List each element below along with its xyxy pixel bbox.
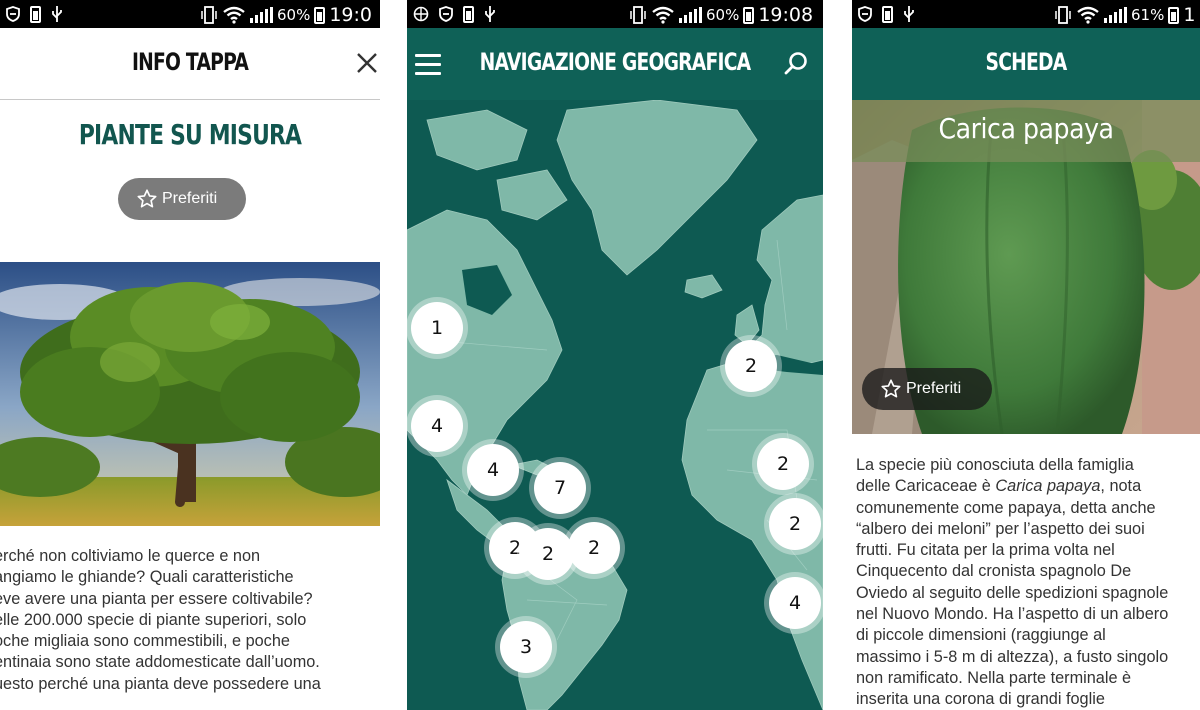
shield-icon [6,6,20,22]
status-bar: 60% 19:0 [0,0,380,28]
scheda-screen: 61% 1 SCHEDA Carica papaya Preferiti La … [852,0,1200,710]
status-icons-right: 60% 19:0 [200,4,372,26]
map-cluster-marker[interactable]: 2 [568,522,620,574]
info-tappa-screen: 60% 19:0 INFO TAPPA PIANTE SU MISURA Pre… [0,0,380,710]
body-line: non ramificato. Nella parte terminale è [856,668,1132,687]
page-title: INFO TAPPA [131,48,249,76]
favorites-button[interactable]: Preferiti [118,178,246,220]
battery-small-icon [882,5,893,23]
body-line: inserita una corona di grandi foglie [856,690,1105,709]
map-cluster-marker[interactable]: 7 [534,462,586,514]
body-line: elle 200.000 specie di piante superiori,… [0,610,307,629]
favorites-label: Preferiti [906,380,962,397]
body-line: erché non coltiviamo le querce e non [0,547,261,565]
app-bar: NAVIGAZIONE GEOGRAFICA [407,28,823,100]
plant-name: Carica papaya [938,112,1114,145]
map-cluster-marker[interactable]: 2 [769,498,821,550]
app-bar: SCHEDA [852,28,1200,100]
body-line: uesto perché una pianta deve possedere u… [0,674,321,693]
body-line: nel Nuovo Mondo. Ha l’aspetto di un albe… [856,605,1169,624]
signal-icon [1104,7,1127,23]
body-line: La specie più conosciuta della famiglia [856,456,1134,474]
globe-icon [413,6,429,22]
shield-icon [439,6,453,22]
search-icon[interactable] [783,50,809,76]
page-title: NAVIGAZIONE GEOGRAFICA [479,48,752,76]
oak-tree-illustration [0,262,380,526]
map-illustration [407,100,823,710]
map-cluster-marker[interactable]: 2 [757,438,809,490]
status-bar: 61% 1 [852,0,1200,28]
text-run: delle Caricaceae è [856,477,996,496]
clock: 19:0 [329,4,373,26]
map-cluster-marker[interactable]: 2 [725,340,777,392]
status-icons-left [6,5,63,23]
signal-icon [679,7,702,23]
usb-icon [52,6,62,22]
map-cluster-marker[interactable]: 4 [769,577,821,629]
shield-icon [858,6,872,22]
body-line: delle Caricaceae è Carica papaya, nota [856,476,1200,497]
description-text: La specie più conosciuta della famiglia … [856,455,1200,710]
wifi-icon [1077,6,1099,24]
battery-icon [314,6,326,24]
star-icon [881,379,901,398]
menu-icon[interactable] [415,54,441,76]
vibrate-icon [1055,6,1071,24]
status-icons-left [413,5,496,23]
body-line: “albero dei meloni” per l’aspetto dei su… [856,519,1145,538]
wifi-icon [652,6,674,24]
body-line: Oviedo al seguito delle spedizioni spagn… [856,583,1169,602]
signal-icon [250,7,273,23]
status-icons-right: 61% 1 [1054,4,1195,26]
map-cluster-marker[interactable]: 4 [411,400,463,452]
battery-icon [743,6,755,24]
map-cluster-marker[interactable]: 1 [411,302,463,354]
app-bar: INFO TAPPA [0,28,380,100]
body-line: comunemente come papaya, detta anche [856,498,1156,517]
battery-percent: 60% [277,6,311,24]
status-icons-left [858,5,915,23]
clock: 1 [1183,4,1196,26]
species-name: Carica papaya [995,477,1101,496]
body-line: frutti. Fu citata per la prima volta nel [856,541,1115,560]
body-text: erché non coltiviamo le querce e non ang… [0,546,380,695]
map-cluster-marker[interactable]: 2 [522,528,574,580]
map-cluster-marker[interactable]: 4 [467,444,519,496]
page-title: SCHEDA [985,48,1067,76]
favorites-label: Preferiti [162,190,218,207]
text-run: , nota [1100,477,1142,496]
clock: 19:08 [758,4,814,26]
body-line: massimo i 5-8 m di altezza), a fusto sin… [856,647,1169,666]
body-line: angiamo le ghiande? Quali caratteristich… [0,568,294,587]
status-bar: 60% 19:08 [407,0,823,28]
favorites-button[interactable]: Preferiti [862,368,992,410]
map-cluster-marker[interactable]: 3 [500,621,552,673]
status-icons-right: 60% 19:08 [629,4,813,26]
vibrate-icon [201,6,217,24]
usb-icon [904,6,914,22]
battery-percent: 60% [706,6,740,24]
oak-tree-image [0,262,380,526]
body-line: Cinquecento dal cronista spagnolo De [856,562,1132,581]
body-line: eve avere una pianta per essere coltivab… [0,589,313,608]
battery-percent: 61% [1131,6,1165,24]
battery-icon [1168,6,1180,24]
battery-small-icon [30,5,41,23]
section-title: PIANTE SU MISURA [78,118,302,151]
wifi-icon [223,6,245,24]
close-icon[interactable] [354,50,380,76]
body-line: entinaia sono state addomesticate dall’u… [0,653,320,672]
usb-icon [485,6,495,22]
body-line: oche migliaia sono commestibili, e poche [0,632,290,651]
battery-small-icon [463,5,474,23]
vibrate-icon [630,6,646,24]
world-map[interactable]: 1 4 4 7 2 2 2 3 2 2 2 4 [407,100,823,710]
body-line: di piccole dimensioni (raggiunge al [856,626,1106,645]
star-icon [137,189,157,208]
navigazione-geografica-screen: 60% 19:08 NAVIGAZIONE GEOGRAFICA 1 4 4 7… [407,0,823,710]
